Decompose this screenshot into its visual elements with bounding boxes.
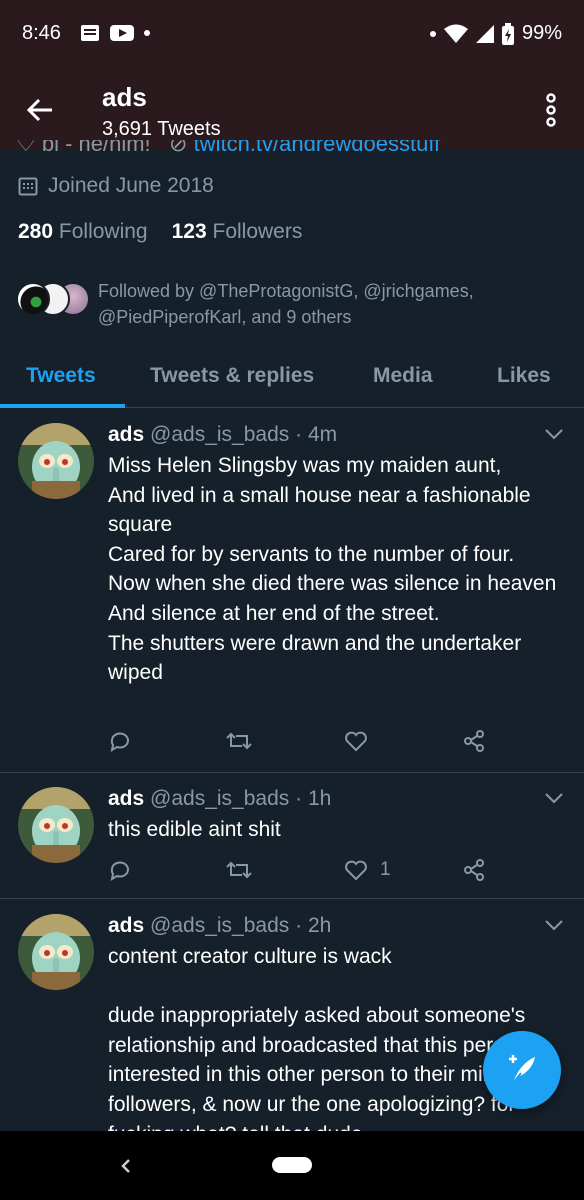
avatar[interactable] [18, 787, 94, 863]
retweet-icon [226, 732, 252, 750]
bio-line: ♡ bi - he/him! ⊘ twitch.tv/andrewdoesstu… [16, 140, 576, 160]
like-button[interactable] [344, 729, 462, 753]
nav-back-icon[interactable] [118, 1155, 134, 1177]
joined-text: Joined June 2018 [48, 174, 214, 197]
tweet-author-name[interactable]: ads [108, 787, 144, 810]
status-bar: 8:46 99% [0, 0, 584, 70]
tweet-item[interactable]: ads @ads_is_bads · 1h this edible aint s… [0, 773, 584, 899]
tweet-item[interactable]: ads @ads_is_bads · 4m Miss Helen Slingsb… [0, 409, 584, 773]
tab-likes[interactable]: Likes [497, 364, 551, 388]
status-time: 8:46 [22, 22, 61, 44]
share-icon [464, 730, 484, 752]
tweet-text: Miss Helen Slingsby was my maiden aunt, … [108, 454, 557, 685]
tweet-author-name[interactable]: ads [108, 914, 144, 937]
reply-button[interactable] [108, 729, 226, 753]
home-pill[interactable] [272, 1157, 312, 1173]
follow-counts: 280 Following 123 Followers [18, 220, 302, 244]
tweet-author-name[interactable]: ads [108, 423, 144, 446]
followed-by[interactable]: Followed by @TheProtagonistG, @jrichgame… [16, 278, 558, 330]
share-icon [464, 859, 484, 881]
followed-by-text: Followed by @TheProtagonistG, @jrichgame… [98, 281, 474, 327]
tweet-time: · 2h [295, 914, 332, 937]
youtube-notification-icon [110, 25, 134, 41]
calendar-icon [18, 177, 38, 196]
location-icon: ♡ [16, 140, 42, 156]
retweet-button[interactable] [226, 729, 344, 753]
website-link[interactable]: twitch.tv/andrewdoesstuff [194, 140, 441, 156]
share-button[interactable] [462, 858, 580, 882]
tweet-header: ads @ads_is_bads · 2h [108, 914, 331, 938]
tweet-handle[interactable]: @ads_is_bads [150, 423, 289, 446]
tweet-handle[interactable]: @ads_is_bads [150, 787, 289, 810]
app-bar: ads 3,691 Tweets [0, 70, 584, 150]
notification-dot-icon [144, 30, 150, 36]
joined-date: Joined June 2018 [18, 174, 214, 198]
tab-media[interactable]: Media [373, 364, 433, 388]
chevron-down-icon[interactable] [544, 791, 564, 805]
chevron-down-icon[interactable] [544, 427, 564, 441]
more-vertical-icon[interactable] [542, 92, 560, 128]
followed-by-avatars [16, 278, 90, 318]
tweet-text: this edible aint shit [108, 818, 281, 841]
tweet-actions: 1 [108, 858, 580, 882]
avatar[interactable] [18, 914, 94, 990]
tweet-time: · 4m [295, 423, 338, 446]
compose-tweet-button[interactable] [483, 1031, 561, 1109]
profile-name-title: ads [102, 82, 147, 112]
chevron-down-icon[interactable] [544, 918, 564, 932]
wifi-icon [443, 24, 468, 43]
active-tab-indicator [0, 404, 125, 408]
tweet-time: · 1h [295, 787, 332, 810]
battery-icon [501, 22, 514, 45]
retweet-icon [226, 861, 252, 879]
arrow-back-icon[interactable] [22, 92, 58, 128]
profile-tabs: Tweets Tweets & replies Media Likes [0, 350, 584, 408]
reply-button[interactable] [108, 858, 226, 882]
tab-tweets-and-replies[interactable]: Tweets & replies [150, 364, 314, 388]
signal-icon [475, 24, 494, 43]
reply-icon [110, 861, 129, 882]
like-icon [345, 860, 367, 881]
retweet-button[interactable] [226, 858, 344, 882]
reply-icon [110, 732, 129, 753]
tab-tweets[interactable]: Tweets [26, 364, 96, 388]
avatar [16, 282, 50, 316]
link-icon: ⊘ [169, 140, 194, 156]
tweet-header: ads @ads_is_bads · 4m [108, 423, 337, 447]
tweet-text: content creator culture is wack dude ina… [108, 945, 554, 1131]
compose-tweet-icon [509, 1055, 535, 1084]
like-button[interactable]: 1 [344, 858, 462, 882]
status-dot-icon [429, 30, 436, 37]
system-nav-bar [0, 1131, 584, 1200]
followers-link[interactable]: 123 Followers [172, 220, 303, 244]
following-link[interactable]: 280 Following [18, 220, 148, 244]
tweet-handle[interactable]: @ads_is_bads [150, 914, 289, 937]
news-notification-icon [81, 25, 99, 41]
like-icon [345, 731, 367, 752]
battery-percent: 99% [521, 22, 562, 44]
tweet-actions [108, 729, 580, 753]
tweet-count: 3,691 Tweets [102, 118, 221, 140]
tweet-header: ads @ads_is_bads · 1h [108, 787, 331, 811]
avatar[interactable] [18, 423, 94, 499]
like-count: 1 [380, 859, 391, 880]
share-button[interactable] [462, 729, 580, 753]
